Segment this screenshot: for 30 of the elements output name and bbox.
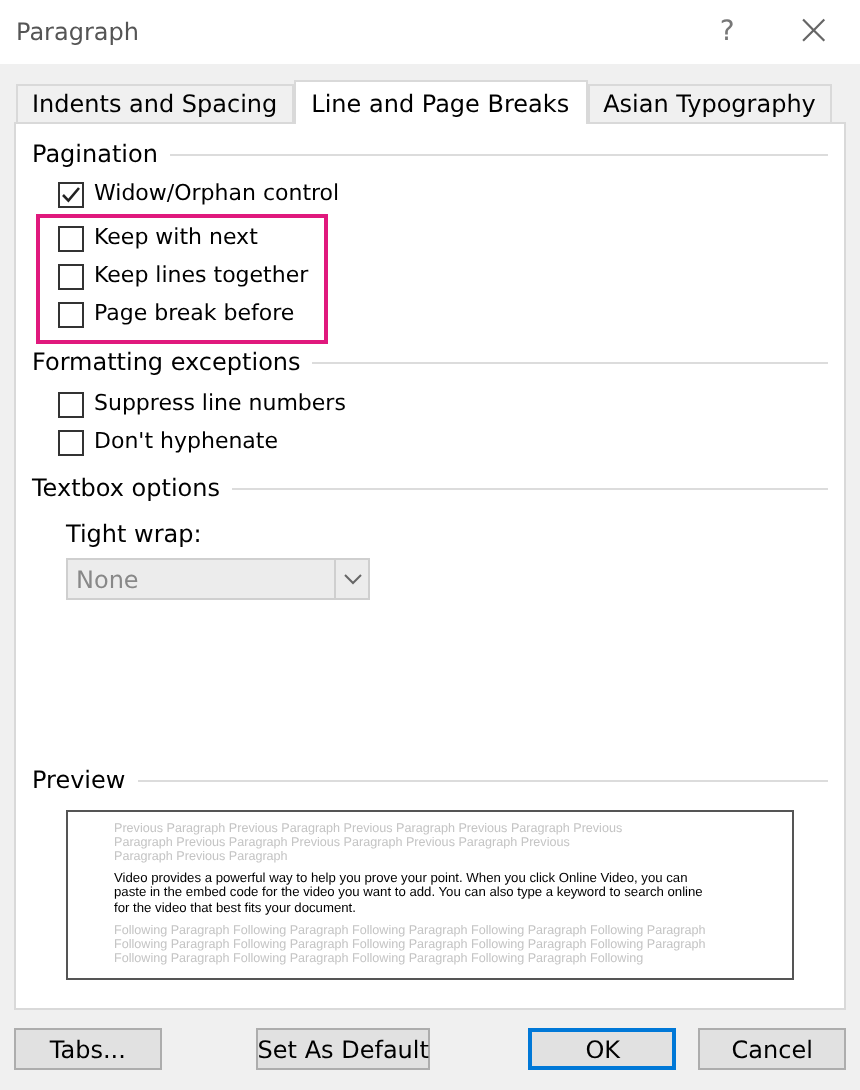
checkbox-label: Don't hyphenate: [94, 426, 279, 459]
checkbox-label: Widow/Orphan control: [94, 178, 340, 211]
dialog-button[interactable]: Cancel: [698, 1028, 847, 1070]
window-title: Paragraph: [16, 16, 139, 50]
dialog-button[interactable]: Tabs...: [14, 1028, 162, 1070]
checkbox[interactable]: [58, 182, 84, 208]
check-icon: [60, 184, 82, 206]
dialog-button[interactable]: Set As Default: [255, 1028, 431, 1070]
field-label: Tight wrap:: [66, 518, 204, 552]
group-title: Textbox options: [32, 472, 220, 506]
checkbox[interactable]: [58, 226, 84, 252]
help-button[interactable]: ?: [707, 11, 748, 53]
close-button[interactable]: ×: [795, 10, 832, 54]
tab[interactable]: Asian Typography: [587, 84, 832, 122]
checkbox[interactable]: [58, 392, 84, 418]
chevron-down-icon: [343, 573, 361, 585]
checkbox[interactable]: [58, 302, 84, 328]
tab[interactable]: Line and Page Breaks: [293, 80, 588, 124]
checkbox-label: Page break before: [94, 298, 295, 331]
dialog-button[interactable]: OK: [528, 1028, 677, 1070]
checkbox[interactable]: [58, 264, 84, 290]
checkbox[interactable]: [58, 430, 84, 456]
dropdown-value: None: [74, 563, 141, 597]
checkbox-label: Keep with next: [94, 222, 258, 255]
group-title: Preview: [32, 764, 126, 798]
checkbox-label: Keep lines together: [94, 260, 309, 293]
group-title: Formatting exceptions: [32, 346, 301, 380]
tab[interactable]: Indents and Spacing: [16, 84, 294, 122]
checkbox-label: Suppress line numbers: [94, 388, 346, 421]
group-title: Pagination: [32, 138, 158, 172]
